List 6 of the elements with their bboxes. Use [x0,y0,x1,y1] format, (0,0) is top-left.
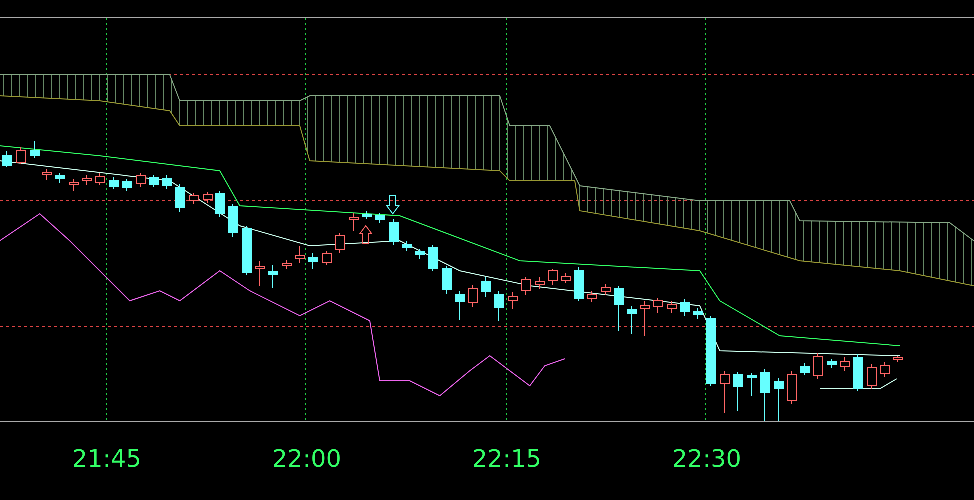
time-label: 21:45 [71,445,143,473]
up-arrow-icon [359,225,373,244]
time-label: 22:00 [271,445,343,473]
time-label: 22:15 [471,445,543,473]
down-arrow-icon [386,196,400,215]
time-label: 22:30 [671,445,743,473]
